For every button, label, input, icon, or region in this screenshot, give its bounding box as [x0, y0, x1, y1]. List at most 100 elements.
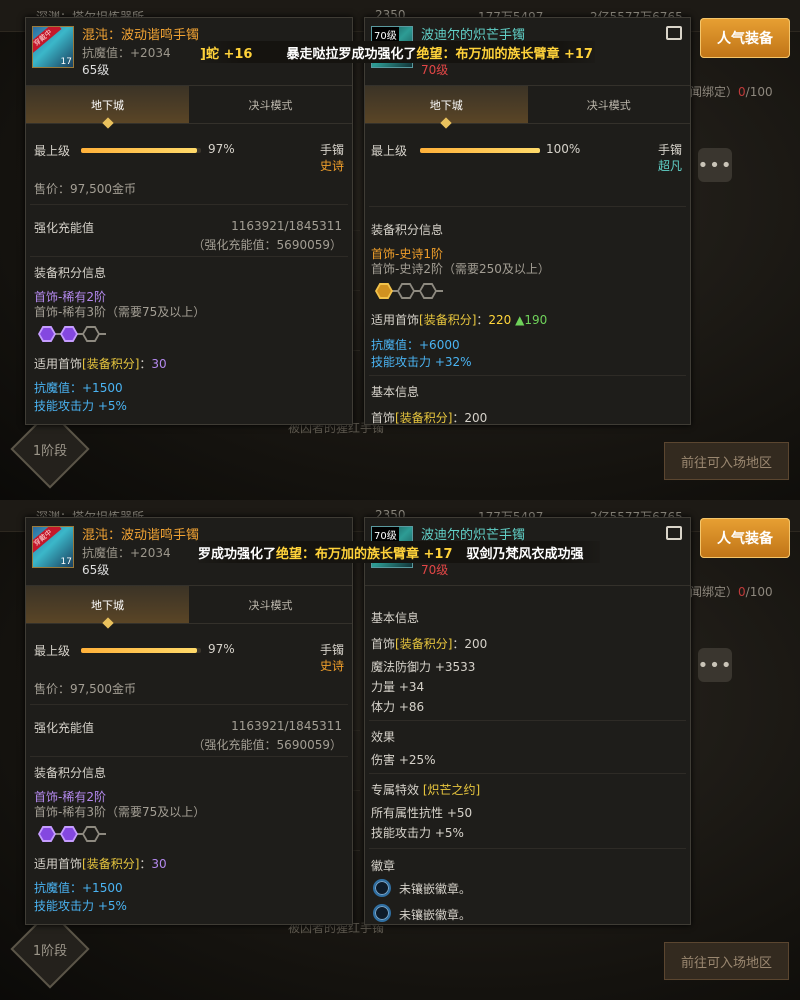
reinforce-value: 1163921/1845311	[231, 219, 342, 233]
mode-tabs: 地下城 决斗模式	[365, 86, 690, 124]
emblem-slot-icon	[373, 879, 391, 897]
basic-bracket: [装备积分]	[395, 411, 453, 425]
banner-part-c: 绝望：布万加的族长臂章 +17	[416, 46, 593, 62]
purple-gem-icon	[38, 326, 56, 342]
equipped-badge: 穿戴中	[33, 527, 62, 555]
stat-resist: 抗魔值：+1500	[34, 381, 123, 395]
divider	[369, 375, 686, 376]
basic-title: 基本信息	[371, 385, 420, 399]
grade-label: 最上级	[371, 144, 408, 158]
score-value: 30	[151, 357, 167, 371]
score-next: 首饰-稀有3阶（需要75及以上）	[34, 805, 206, 819]
bound-counter: 闻绑定）0/100	[690, 583, 773, 600]
stat-skill-atk: 技能攻击力 +32%	[371, 355, 472, 369]
stat-skill-atk: 技能攻击力 +5%	[34, 399, 127, 413]
bound-max: /100	[745, 85, 773, 99]
goto-area-button[interactable]: 前往可入场地区	[664, 442, 789, 480]
grade-percent: 97%	[208, 142, 235, 156]
tab-dungeon[interactable]: 地下城	[26, 586, 189, 623]
reinforce-label: 强化充能值	[34, 721, 95, 735]
score-bracket: [装备积分]	[419, 313, 477, 327]
item-price: 售价：97,500金币	[34, 682, 136, 696]
grade-percent: 97%	[208, 642, 235, 656]
grade-bar	[81, 648, 201, 653]
score-line: 适用首饰[装备积分]：30	[34, 355, 167, 372]
special-resist: 所有属性抗性 +50	[371, 806, 473, 820]
screenshot-top: 深渊：塔尔坦炼器所 2350 177万5497 2亿5577万6765 被囚者的…	[0, 0, 800, 500]
tab-duel[interactable]: 决斗模式	[189, 86, 352, 123]
icon-level-tag: 70级	[372, 27, 399, 42]
divider	[369, 848, 686, 849]
bound-label: 闻绑定）	[690, 585, 739, 599]
empty-gem-icon	[82, 826, 100, 842]
basic-bracket: [装备积分]	[395, 637, 453, 651]
banner-part-b: 绝望：布万加的族长臂章 +17	[276, 546, 453, 562]
tooltip-equipped: 穿戴中 17 混沌：波动谐鸣手镯 抗魔值：+2034 65级 地下城 决斗模式 …	[25, 517, 353, 925]
hot-equipment-button[interactable]: 人气装备	[700, 518, 790, 558]
bound-current: 0	[738, 85, 746, 99]
grade-label: 最上级	[34, 644, 71, 658]
banner-part-a: ]蛇 +16	[200, 46, 253, 62]
mode-tabs: 地下城 决斗模式	[26, 86, 352, 124]
equipped-badge: 穿戴中	[33, 27, 62, 55]
bracelet-icon: 穿戴中 17	[32, 26, 74, 68]
tab-dungeon[interactable]: 地下城	[26, 86, 189, 123]
banner-part-b: 暴走哒拉罗成功强化了	[286, 46, 417, 62]
score-title: 装备积分信息	[34, 266, 107, 280]
item-type: 手镯	[320, 643, 345, 657]
broadcast-banner: 罗成功强化了 绝望：布万加的族长臂章 +17 驭剑乃梵风衣成功强	[198, 541, 600, 563]
effect-damage: 伤害 +25%	[371, 753, 436, 767]
basic-score: 首饰[装备积分]：200	[371, 409, 487, 426]
goto-area-button[interactable]: 前往可入场地区	[664, 942, 789, 980]
bound-max: /100	[745, 585, 773, 599]
score-title: 装备积分信息	[371, 223, 444, 237]
share-icon[interactable]	[666, 526, 682, 540]
item-level: 65级	[82, 63, 110, 77]
reinforce-value: 1163921/1845311	[231, 719, 342, 733]
tooltip-equipped: 穿戴中 17 混沌：波动谐鸣手镯 抗魔值：+2034 65级 地下城 决斗模式 …	[25, 17, 353, 425]
banner-part-c: 驭剑乃梵风衣成功强	[466, 546, 584, 562]
bound-counter: 闻绑定）0/100	[690, 83, 773, 100]
stage-label: 1阶段	[32, 443, 68, 459]
basic-value: 200	[464, 411, 488, 425]
score-value: 220	[488, 313, 512, 327]
tab-dungeon[interactable]: 地下城	[365, 86, 528, 123]
score-prefix: 适用首饰	[34, 357, 83, 371]
tooltip-compare-scrolled: 70级 波迪尔的炽芒手镯 70级 基本信息 首饰[装备积分]：200 魔法防御力…	[364, 517, 691, 925]
special-title: 专属特效 [炽芒之约]	[371, 781, 480, 798]
score-next: 首饰-稀有3阶（需要75及以上）	[34, 305, 206, 319]
item-resist: 抗魔值：+2034	[82, 546, 171, 560]
item-level: 65级	[82, 563, 110, 577]
more-button[interactable]: •••	[698, 148, 732, 182]
more-button[interactable]: •••	[698, 648, 732, 682]
tab-duel[interactable]: 决斗模式	[189, 586, 352, 623]
basic-colon: ：	[452, 637, 465, 651]
score-colon: ：	[139, 357, 152, 371]
hot-equipment-button[interactable]: 人气装备	[700, 18, 790, 58]
item-type: 手镯	[658, 143, 683, 157]
stage-label: 1阶段	[32, 943, 68, 959]
tab-duel[interactable]: 决斗模式	[528, 86, 691, 123]
gold-gem-icon	[375, 283, 393, 299]
score-title: 装备积分信息	[34, 766, 107, 780]
score-value: 30	[151, 857, 167, 871]
basic-prefix: 首饰	[371, 637, 396, 651]
score-line: 适用首饰[装备积分]：220 ▲190	[371, 311, 547, 328]
special-label: 专属特效	[371, 783, 420, 797]
divider	[369, 206, 686, 207]
divider	[30, 256, 348, 257]
divider	[30, 704, 348, 705]
item-resist: 抗魔值：+2034	[82, 46, 171, 60]
divider	[369, 720, 686, 721]
item-level: 70级	[421, 563, 449, 577]
share-icon[interactable]	[666, 26, 682, 40]
grade-bar-fill	[81, 148, 198, 153]
grade-label: 最上级	[34, 144, 71, 158]
special-name: [炽芒之约]	[422, 783, 481, 797]
reinforce-sub: （强化充能值：5690059）	[192, 238, 342, 252]
item-level: 70级	[421, 63, 449, 77]
score-colon: ：	[139, 857, 152, 871]
item-rarity: 史诗	[320, 659, 345, 673]
score-prefix: 适用首饰	[371, 313, 420, 327]
score-next: 首饰-史诗2阶（需要250及以上）	[371, 262, 550, 276]
